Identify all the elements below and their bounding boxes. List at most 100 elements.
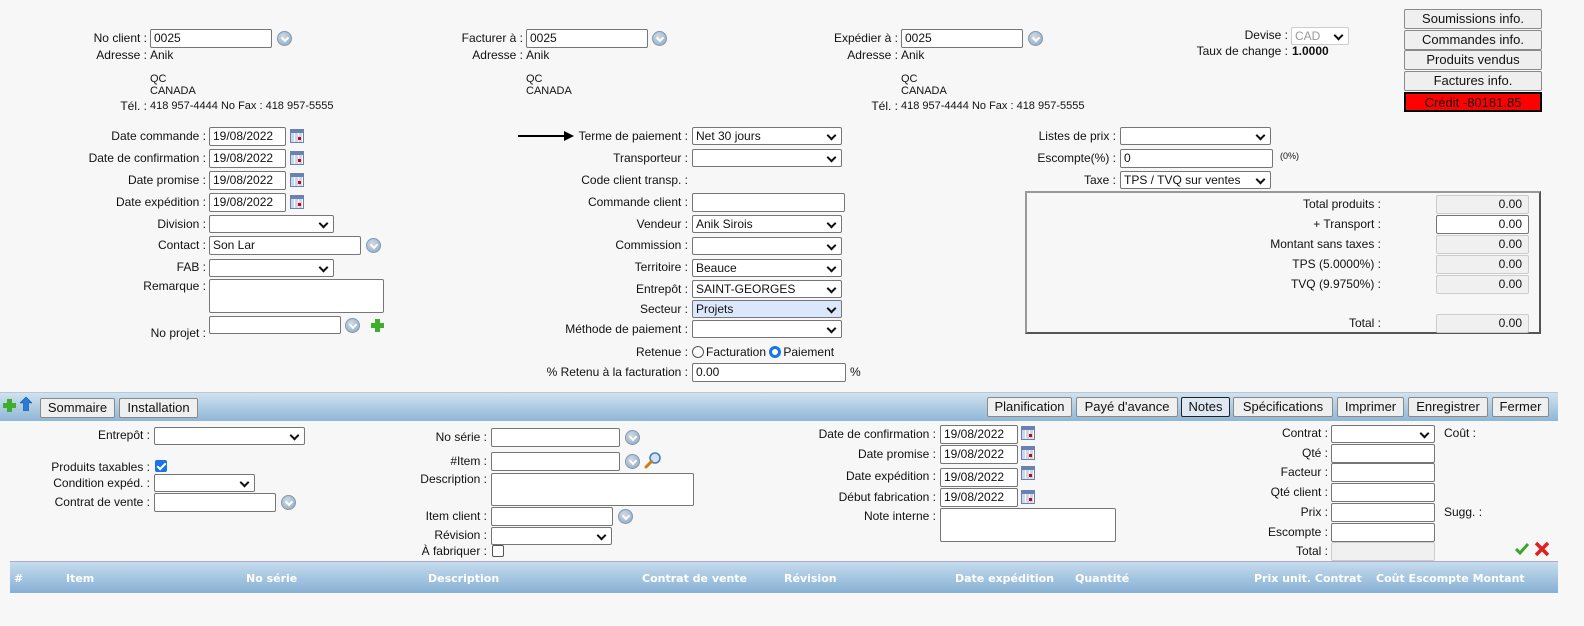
contact-input[interactable]: Son Lar bbox=[209, 236, 361, 255]
listes-prix-select[interactable] bbox=[1120, 127, 1271, 145]
paiement-option-label: Paiement bbox=[783, 345, 835, 359]
code-transp-label: Code client transp. : bbox=[581, 173, 688, 187]
facturation-radio[interactable] bbox=[692, 346, 704, 358]
projet-dropdown-icon[interactable] bbox=[345, 318, 360, 333]
soumissions-info-button[interactable]: Soumissions info. bbox=[1404, 9, 1542, 29]
contrat-select[interactable] bbox=[1331, 425, 1435, 443]
secteur-select[interactable]: Projets bbox=[692, 300, 842, 318]
item-client-dropdown-icon[interactable] bbox=[618, 509, 633, 524]
transporteur-select[interactable] bbox=[692, 149, 842, 167]
sommaire-button[interactable]: Sommaire bbox=[40, 398, 115, 418]
note-interne-textarea[interactable] bbox=[940, 508, 1116, 542]
facturer-label: Facturer à : bbox=[461, 31, 523, 45]
expedier-dropdown-icon[interactable] bbox=[1028, 31, 1043, 46]
date-confirmation-input[interactable]: 19/08/2022 bbox=[209, 149, 286, 168]
calendar-icon[interactable] bbox=[290, 129, 304, 143]
date-expedition-input[interactable]: 19/08/2022 bbox=[209, 193, 286, 212]
taxe-select[interactable]: TPS / TVQ sur ventes bbox=[1120, 171, 1271, 189]
debut-fab-input[interactable]: 19/08/2022 bbox=[940, 488, 1018, 507]
item-input[interactable] bbox=[491, 452, 620, 471]
line-date-confirmation-input[interactable]: 19/08/2022 bbox=[940, 425, 1018, 444]
calendar-icon[interactable] bbox=[1021, 490, 1035, 504]
division-select[interactable] bbox=[209, 215, 334, 233]
factures-info-button[interactable]: Factures info. bbox=[1404, 71, 1542, 91]
calendar-icon[interactable] bbox=[290, 173, 304, 187]
date-promise-label: Date promise : bbox=[127, 173, 206, 187]
escompte-input[interactable]: 0 bbox=[1120, 149, 1273, 168]
contrat-vente-input[interactable] bbox=[154, 493, 276, 512]
listes-prix-label: Listes de prix : bbox=[1038, 129, 1116, 143]
territoire-select[interactable]: Beauce bbox=[692, 259, 842, 277]
description-textarea[interactable] bbox=[491, 473, 694, 506]
vendeur-select[interactable]: Anik Sirois bbox=[692, 215, 842, 233]
credit-button[interactable]: Crédit -80181.85 bbox=[1404, 92, 1542, 112]
facturer-dropdown-icon[interactable] bbox=[652, 31, 667, 46]
add-line-icon[interactable] bbox=[3, 399, 16, 412]
no-projet-input[interactable] bbox=[209, 316, 341, 334]
remarque-textarea[interactable] bbox=[209, 279, 384, 313]
order-form: No client : 0025 Adresse : Anik QC CANAD… bbox=[0, 0, 1584, 626]
installation-button[interactable]: Installation bbox=[119, 398, 198, 418]
facteur-input[interactable] bbox=[1331, 463, 1435, 482]
commande-client-input[interactable] bbox=[692, 193, 845, 212]
revision-select[interactable] bbox=[491, 527, 612, 545]
imprimer-button[interactable]: Imprimer bbox=[1337, 397, 1404, 417]
specifications-button[interactable]: Spécifications bbox=[1233, 397, 1333, 417]
item-label: #Item : bbox=[450, 454, 487, 468]
prix-input[interactable] bbox=[1331, 503, 1435, 522]
notes-button[interactable]: Notes bbox=[1181, 397, 1230, 417]
entrepot-select[interactable]: SAINT-GEORGES bbox=[692, 280, 842, 298]
confirm-check-icon[interactable] bbox=[1514, 542, 1530, 555]
taxables-checkbox[interactable] bbox=[155, 460, 167, 472]
expedier-input[interactable]: 0025 bbox=[901, 29, 1023, 48]
produits-vendus-button[interactable]: Produits vendus bbox=[1404, 50, 1542, 70]
no-serie-input[interactable] bbox=[491, 428, 620, 447]
calendar-icon[interactable] bbox=[290, 151, 304, 165]
cancel-x-icon[interactable] bbox=[1534, 541, 1550, 557]
contact-dropdown-icon[interactable] bbox=[366, 238, 381, 253]
calendar-icon[interactable] bbox=[1021, 466, 1035, 480]
line-escompte-input[interactable] bbox=[1331, 523, 1435, 542]
expedier-tel-label: Tél. : bbox=[871, 99, 898, 113]
paiement-radio[interactable] bbox=[769, 346, 782, 358]
devise-select[interactable]: CAD bbox=[1291, 27, 1349, 45]
transport-input[interactable]: 0.00 bbox=[1436, 215, 1529, 234]
item-dropdown-icon[interactable] bbox=[625, 454, 640, 469]
add-projet-icon[interactable] bbox=[371, 319, 384, 332]
adresse-label: Adresse : bbox=[96, 48, 147, 62]
contrat-vente-dropdown-icon[interactable] bbox=[281, 495, 296, 510]
date-promise-input[interactable]: 19/08/2022 bbox=[209, 171, 286, 190]
col-contrat-vente: Contrat de vente bbox=[642, 572, 747, 585]
client-dropdown-icon[interactable] bbox=[277, 31, 292, 46]
planification-button[interactable]: Planification bbox=[987, 397, 1072, 417]
commandes-info-button[interactable]: Commandes info. bbox=[1404, 30, 1542, 50]
line-date-expedition-input[interactable]: 19/08/2022 bbox=[940, 468, 1018, 487]
line-date-promise-input[interactable]: 19/08/2022 bbox=[940, 445, 1018, 464]
magnifier-icon[interactable] bbox=[644, 451, 662, 469]
fab-label: FAB : bbox=[176, 260, 206, 274]
no-client-input[interactable]: 0025 bbox=[150, 29, 272, 48]
terme-select[interactable]: Net 30 jours bbox=[692, 127, 842, 145]
calendar-icon[interactable] bbox=[1021, 426, 1035, 440]
commission-select[interactable] bbox=[692, 237, 842, 255]
pct-retenu-input[interactable]: 0.00 bbox=[692, 363, 846, 382]
enregistrer-button[interactable]: Enregistrer bbox=[1408, 397, 1488, 417]
facturer-adresse-label: Adresse : bbox=[472, 48, 523, 62]
paye-davance-button[interactable]: Payé d'avance bbox=[1076, 397, 1178, 417]
facturer-input[interactable]: 0025 bbox=[526, 29, 648, 48]
calendar-icon[interactable] bbox=[290, 195, 304, 209]
qte-client-input[interactable] bbox=[1331, 483, 1435, 502]
methode-select[interactable] bbox=[692, 320, 842, 338]
col-date-expedition: Date expédition bbox=[955, 572, 1055, 585]
date-commande-input[interactable]: 19/08/2022 bbox=[209, 127, 286, 146]
calendar-icon[interactable] bbox=[1021, 446, 1035, 460]
condition-select[interactable] bbox=[154, 474, 255, 492]
item-client-input[interactable] bbox=[491, 507, 613, 526]
arrow-up-icon[interactable] bbox=[20, 397, 32, 411]
qte-input[interactable] bbox=[1331, 444, 1435, 463]
line-entrepot-select[interactable] bbox=[154, 427, 305, 445]
fab-select[interactable] bbox=[209, 259, 334, 277]
no-serie-dropdown-icon[interactable] bbox=[625, 430, 640, 445]
fermer-button[interactable]: Fermer bbox=[1492, 397, 1549, 417]
a-fabriquer-checkbox[interactable] bbox=[492, 545, 504, 557]
